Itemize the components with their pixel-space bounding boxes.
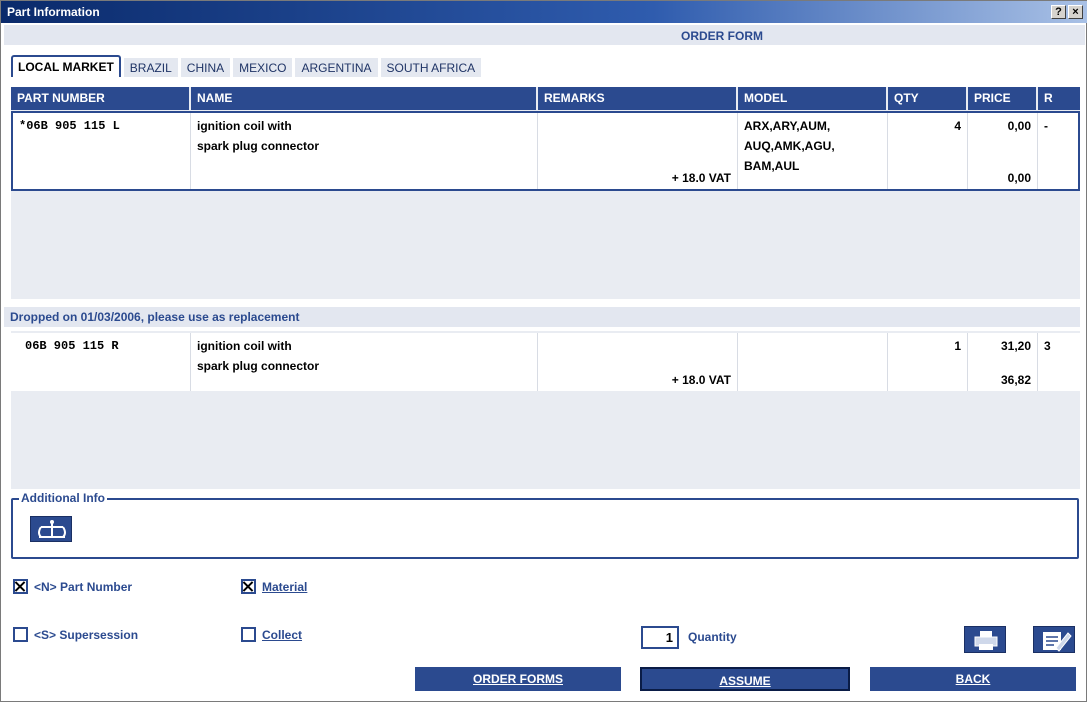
supersession-checkbox[interactable] (13, 627, 28, 642)
model-line: BAM,AUL (744, 159, 800, 173)
part-number-checkbox[interactable] (13, 579, 28, 594)
remarks-cell: + 18.0 VAT (538, 333, 738, 391)
back-button[interactable]: BACK (870, 667, 1076, 691)
col-r[interactable]: R (1038, 87, 1080, 110)
market-tabs: LOCAL MARKET BRAZIL CHINA MEXICO ARGENTI… (11, 55, 484, 77)
part-number-cell: 06B 905 115 R (11, 333, 191, 391)
tab-south-africa[interactable]: SOUTH AFRICA (380, 58, 482, 77)
col-part-number[interactable]: PART NUMBER (11, 87, 191, 110)
notepad-edit-icon[interactable] (1033, 626, 1075, 653)
price-net: 31,20 (1000, 339, 1031, 353)
vat-remark: + 18.0 VAT (671, 171, 731, 185)
quantity-input[interactable]: 1 (641, 626, 679, 649)
name-line: spark plug connector (197, 359, 320, 373)
supersession-option-label: <S> Supersession (34, 627, 139, 642)
form-header: ORDER FORM (4, 25, 1085, 45)
order-forms-button[interactable]: ORDER FORMS (415, 667, 621, 691)
tab-brazil[interactable]: BRAZIL (123, 58, 178, 77)
collect-option[interactable]: Collect (241, 627, 302, 642)
replacement-grid: 06B 905 115 R ignition coil with spark p… (11, 331, 1080, 489)
part-number-option-label: <N> Part Number (34, 579, 133, 594)
quantity-label: Quantity (688, 630, 737, 644)
window-title: Part Information (7, 5, 100, 19)
qty-cell: 1 (888, 333, 968, 391)
model-cell (738, 333, 888, 391)
col-model[interactable]: MODEL (738, 87, 888, 110)
tab-china[interactable]: CHINA (180, 58, 231, 77)
tab-argentina[interactable]: ARGENTINA (295, 58, 378, 77)
name-line: ignition coil with (197, 119, 292, 133)
price-gross: 0,00 (1007, 171, 1031, 185)
material-option-label: Material (262, 579, 308, 594)
model-line: AUQ,AMK,AGU, (744, 139, 835, 153)
price-gross: 36,82 (1000, 373, 1031, 387)
part-number-option[interactable]: <N> Part Number (13, 579, 132, 594)
name-line: ignition coil with (197, 339, 292, 353)
vat-remark: + 18.0 VAT (671, 373, 731, 387)
model-line: ARX,ARY,AUM, (744, 119, 831, 133)
name-line: spark plug connector (197, 139, 320, 153)
scale-icon[interactable] (30, 516, 72, 542)
material-option[interactable]: Material (241, 579, 307, 594)
model-cell: ARX,ARY,AUM, AUQ,AMK,AGU, BAM,AUL (738, 113, 888, 189)
col-qty[interactable]: QTY (888, 87, 968, 110)
price-cell: 0,00 0,00 (968, 113, 1038, 189)
close-button[interactable]: × (1068, 5, 1083, 19)
collect-option-label: Collect (262, 627, 303, 642)
price-cell: 31,20 36,82 (968, 333, 1038, 391)
parts-grid: PART NUMBER NAME REMARKS MODEL QTY PRICE… (11, 87, 1080, 299)
help-button[interactable]: ? (1051, 5, 1066, 19)
price-net: 0,00 (1007, 119, 1031, 133)
col-name[interactable]: NAME (191, 87, 538, 110)
additional-info-label: Additional Info (19, 491, 107, 505)
assume-button[interactable]: ASSUME (640, 667, 850, 691)
printer-icon[interactable] (964, 626, 1006, 653)
material-checkbox[interactable] (241, 579, 256, 594)
table-row[interactable]: 06B 905 115 R ignition coil with spark p… (11, 333, 1080, 391)
tab-mexico[interactable]: MEXICO (233, 58, 293, 77)
remarks-cell: + 18.0 VAT (538, 113, 738, 189)
supersession-option[interactable]: <S> Supersession (13, 627, 138, 642)
table-row[interactable]: *06B 905 115 L ignition coil with spark … (11, 111, 1080, 191)
part-information-window: Part Information ? × ORDER FORM LOCAL MA… (0, 0, 1087, 702)
col-price[interactable]: PRICE (968, 87, 1038, 110)
r-cell: 3 (1044, 339, 1051, 353)
table-header: PART NUMBER NAME REMARKS MODEL QTY PRICE… (11, 87, 1080, 110)
r-cell: - (1044, 119, 1048, 133)
collect-checkbox[interactable] (241, 627, 256, 642)
dropped-notice: Dropped on 01/03/2006, please use as rep… (4, 307, 1080, 327)
part-number-cell: *06B 905 115 L (13, 113, 191, 189)
title-bar: Part Information ? × (1, 1, 1087, 23)
additional-info-panel: Additional Info (11, 491, 1079, 559)
qty-cell: 4 (888, 113, 968, 189)
col-remarks[interactable]: REMARKS (538, 87, 738, 110)
tab-local-market[interactable]: LOCAL MARKET (11, 55, 121, 77)
name-cell: ignition coil with spark plug connector (191, 113, 538, 189)
name-cell: ignition coil with spark plug connector (191, 333, 538, 391)
